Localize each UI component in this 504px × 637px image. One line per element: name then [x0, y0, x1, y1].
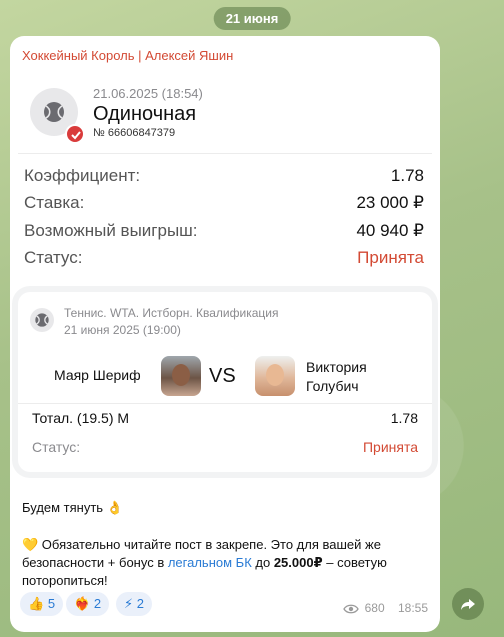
player1-name: Маяр Шериф	[54, 367, 141, 383]
heart-fire-emoji: ❤️‍🔥	[74, 596, 91, 611]
share-button[interactable]	[452, 588, 484, 620]
message-bubble[interactable]: Хоккейный Король | Алексей Яшин 21.06.20…	[10, 36, 440, 632]
possible-win-label: Возможный выигрыш:	[24, 221, 198, 240]
lightning-emoji: ⚡	[124, 596, 134, 611]
bet-datetime: 21.06.2025 (18:54)	[93, 86, 203, 101]
status-label: Статус:	[24, 248, 83, 267]
reaction-heart-fire[interactable]: ❤️‍🔥 2	[66, 592, 110, 616]
bet-type: Одиночная	[93, 103, 197, 125]
player2-name-line1: Виктория	[306, 359, 367, 375]
reaction-count: 5	[47, 596, 56, 611]
player2-name: Виктория Голубич	[306, 358, 406, 396]
check-icon	[65, 124, 85, 144]
eye-icon	[343, 604, 360, 614]
message-paragraph: 💛 Обязательно читайте пост в закрепе. Эт…	[22, 536, 422, 590]
bet-number: № 66606847379	[93, 127, 176, 139]
thumbs-up-emoji: 👍	[28, 596, 45, 611]
message-time: 18:55	[397, 601, 428, 615]
tennis-ball-icon	[30, 308, 54, 332]
ok-hand-emoji: 👌	[106, 500, 123, 515]
versus-label: VS	[209, 365, 236, 387]
event-card: Теннис. WTA. Истборн. Квалификация 21 ию…	[18, 292, 432, 472]
view-count: 680	[364, 601, 385, 615]
event-league: Теннис. WTA. Истборн. Квалификация	[64, 306, 279, 320]
pick-odds: 1.78	[390, 410, 418, 426]
pick-status: Принята	[362, 439, 418, 455]
pick-status-label: Статус:	[32, 439, 81, 455]
reaction-count: 2	[136, 596, 144, 611]
player1-avatar	[161, 356, 201, 396]
paragraph-part2: до	[251, 555, 274, 570]
sender-name[interactable]: Хоккейный Король | Алексей Яшин	[22, 48, 233, 63]
coefficient-value: 1.78	[390, 166, 424, 185]
reaction-thumbs-up[interactable]: 👍 5	[20, 592, 64, 616]
yellow-heart-emoji: 💛	[22, 537, 39, 552]
divider	[18, 403, 432, 404]
stake-value: 23 000 ₽	[356, 193, 424, 212]
status-value: Принята	[357, 248, 424, 267]
message-line1-text: Будем тянуть	[22, 500, 104, 515]
legal-bk-link[interactable]: легальном БК	[168, 555, 252, 570]
possible-win-value: 40 940 ₽	[356, 221, 424, 240]
pick-name: Тотал. (19.5) М	[32, 410, 130, 426]
coefficient-label: Коэффициент:	[24, 166, 141, 185]
message-line1: Будем тянуть 👌	[22, 499, 123, 517]
reaction-count: 2	[93, 596, 102, 611]
stake-label: Ставка:	[24, 193, 85, 212]
divider	[18, 153, 432, 154]
message-meta: 680 18:55	[343, 601, 428, 615]
reaction-lightning[interactable]: ⚡ 2	[116, 592, 152, 616]
share-arrow-icon	[461, 599, 475, 610]
bonus-amount: 25.000₽	[273, 555, 323, 570]
player2-avatar	[255, 356, 295, 396]
date-separator: 21 июня	[213, 7, 291, 30]
event-date: 21 июня 2025 (19:00)	[64, 323, 181, 337]
player2-name-line2: Голубич	[306, 378, 359, 394]
